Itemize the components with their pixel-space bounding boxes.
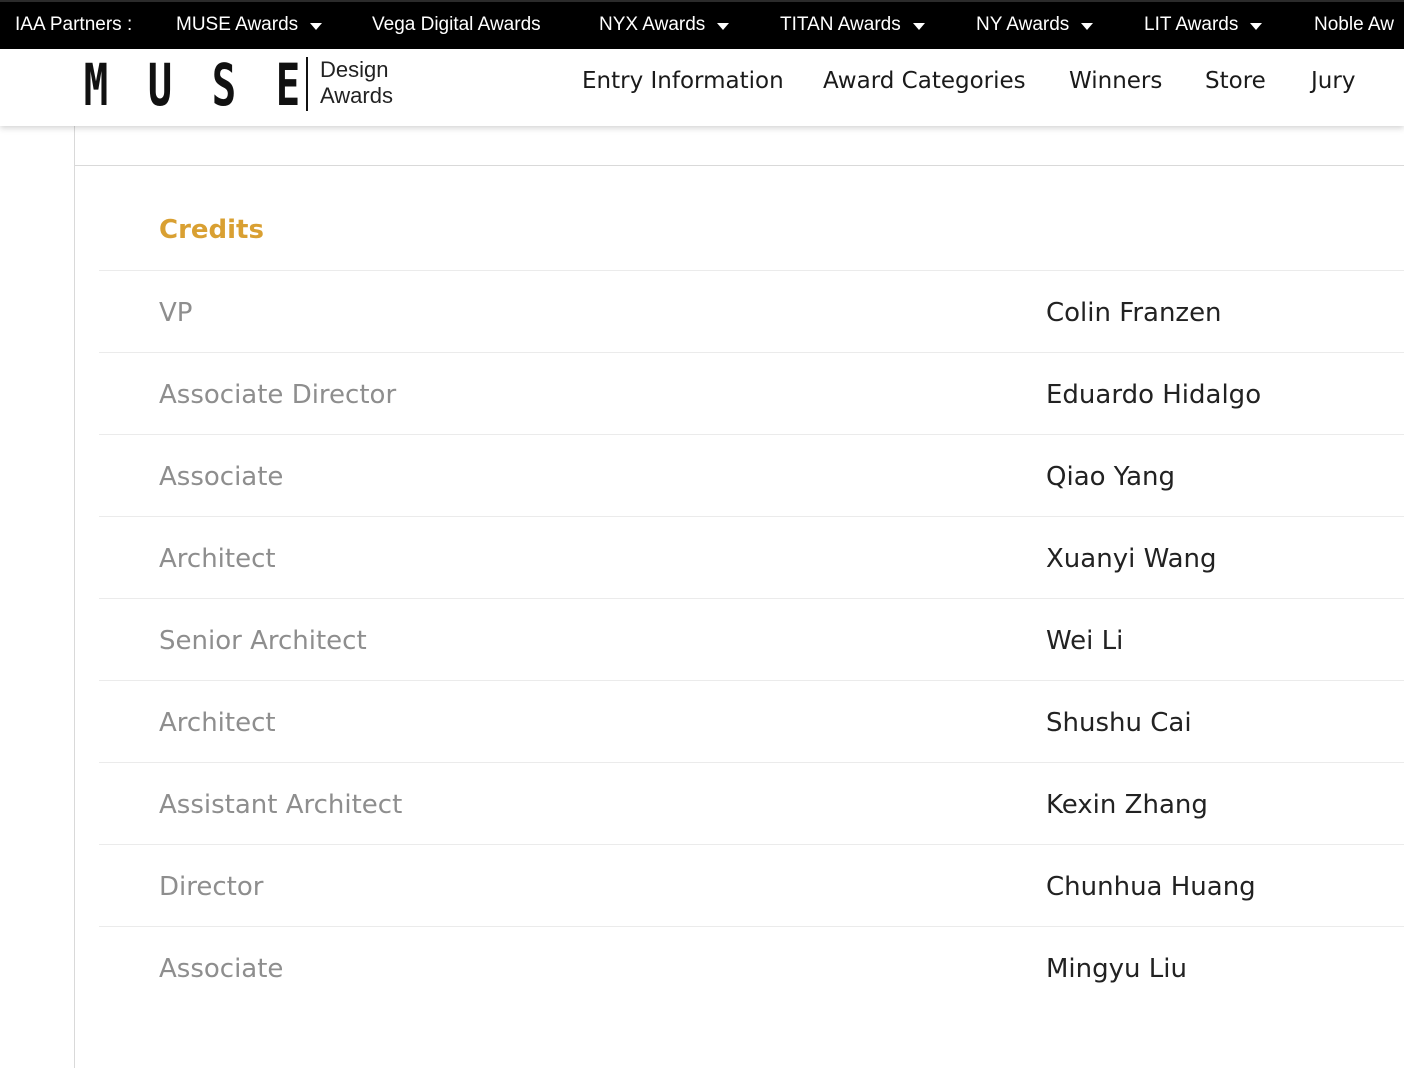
partner-item-ny-awards[interactable]: NY Awards	[976, 14, 1094, 36]
partner-item-label: Noble Aw	[1314, 14, 1394, 35]
credits-heading: Credits	[159, 215, 264, 245]
credit-row: VP Colin Franzen	[99, 270, 1404, 352]
credit-role: VP	[159, 298, 193, 328]
credit-name: Kexin Zhang	[1046, 790, 1208, 820]
credit-name: Eduardo Hidalgo	[1046, 380, 1262, 410]
logo-subtitle-line1: Design	[320, 57, 389, 82]
credit-role: Architect	[159, 708, 276, 738]
partner-item-lit-awards[interactable]: LIT Awards	[1144, 14, 1263, 36]
credit-name: Shushu Cai	[1046, 708, 1192, 738]
nav-jury[interactable]: Jury	[1311, 68, 1355, 94]
partner-item-label: Vega Digital Awards	[372, 14, 541, 35]
credit-row: Senior Architect Wei Li	[99, 598, 1404, 680]
credit-role: Director	[159, 872, 264, 902]
credit-name: Mingyu Liu	[1046, 954, 1187, 984]
logo-subtitle: Design Awards	[320, 57, 393, 109]
logo-wordmark: M U S E	[64, 56, 320, 114]
credit-row: Associate Mingyu Liu	[99, 926, 1404, 1008]
logo-letter: S	[211, 51, 237, 119]
logo-divider	[306, 57, 308, 111]
caret-down-icon	[1081, 22, 1094, 30]
caret-down-icon	[310, 22, 323, 30]
nav-entry-information[interactable]: Entry Information	[582, 68, 784, 94]
partner-item-nyx-awards[interactable]: NYX Awards	[599, 14, 730, 36]
logo-letter: E	[275, 51, 301, 119]
divider	[75, 165, 1404, 166]
caret-down-icon	[1250, 22, 1263, 30]
nav-award-categories[interactable]: Award Categories	[823, 68, 1026, 94]
logo-letter: M	[83, 51, 109, 119]
credit-name: Chunhua Huang	[1046, 872, 1256, 902]
partner-item-label: MUSE Awards	[176, 14, 299, 35]
nav-winners[interactable]: Winners	[1069, 68, 1162, 94]
partner-item-label: NY Awards	[976, 14, 1070, 35]
partner-label: IAA Partners :	[15, 14, 133, 35]
caret-down-icon	[717, 22, 730, 30]
credit-name: Wei Li	[1046, 626, 1124, 656]
credit-role: Associate	[159, 462, 284, 492]
credit-name: Xuanyi Wang	[1046, 544, 1217, 574]
logo-subtitle-line2: Awards	[320, 83, 393, 108]
credit-role: Architect	[159, 544, 276, 574]
credit-name: Colin Franzen	[1046, 298, 1222, 328]
partner-item-titan-awards[interactable]: TITAN Awards	[780, 14, 925, 36]
credit-role: Assistant Architect	[159, 790, 403, 820]
partner-item-label: TITAN Awards	[780, 14, 901, 35]
caret-down-icon	[912, 22, 925, 30]
logo-letter: U	[147, 51, 173, 119]
main-header: M U S E Design Awards Entry Information …	[0, 49, 1404, 126]
partner-item-vega-digital-awards[interactable]: Vega Digital Awards	[372, 14, 541, 36]
credit-row: Associate Director Eduardo Hidalgo	[99, 352, 1404, 434]
credit-row: Associate Qiao Yang	[99, 434, 1404, 516]
credit-role: Associate Director	[159, 380, 397, 410]
nav-store[interactable]: Store	[1205, 68, 1266, 94]
partner-item-label: LIT Awards	[1144, 14, 1239, 35]
credit-row: Architect Shushu Cai	[99, 680, 1404, 762]
muse-design-awards-logo[interactable]: M U S E Design Awards	[64, 56, 393, 114]
partner-item-noble-awards[interactable]: Noble Aw	[1314, 14, 1394, 36]
credits-panel: Credits VP Colin Franzen Associate Direc…	[74, 126, 1404, 1068]
partner-item-muse-awards[interactable]: MUSE Awards	[176, 14, 323, 36]
credit-row: Architect Xuanyi Wang	[99, 516, 1404, 598]
partner-bar: IAA Partners : MUSE Awards Vega Digital …	[0, 0, 1404, 49]
credit-name: Qiao Yang	[1046, 462, 1176, 492]
partner-item-label: NYX Awards	[599, 14, 706, 35]
credit-row: Assistant Architect Kexin Zhang	[99, 762, 1404, 844]
credit-role: Associate	[159, 954, 284, 984]
credit-row: Director Chunhua Huang	[99, 844, 1404, 926]
credit-role: Senior Architect	[159, 626, 367, 656]
